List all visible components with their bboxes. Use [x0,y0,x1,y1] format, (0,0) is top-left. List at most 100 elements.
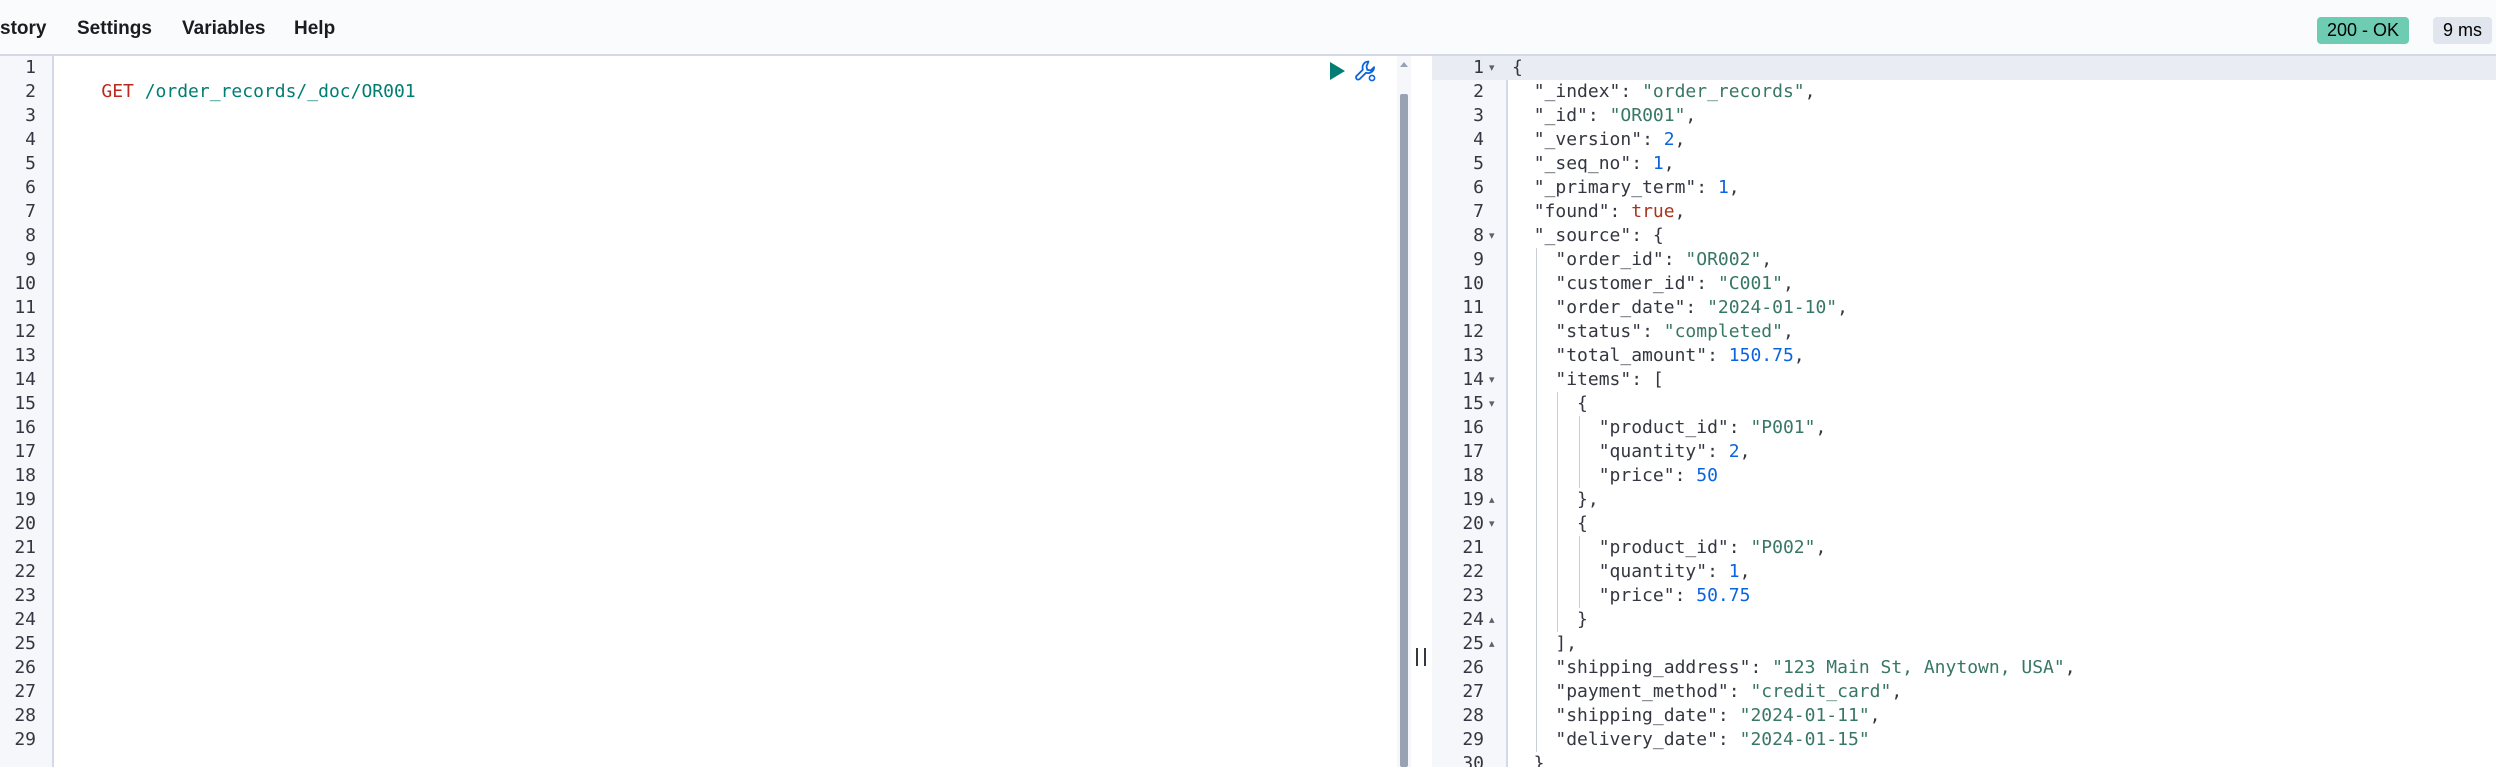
request-line-number: 29 [14,729,36,750]
response-line: "order_id": "OR002", [1555,249,1773,270]
response-line: "items": [ [1555,369,1664,390]
response-line-number: 21 [1462,537,1484,558]
response-line: "_version": 2, [1533,129,1686,150]
menu-help[interactable]: Help [294,18,335,40]
request-line-number: 20 [14,513,36,534]
request-line-number: 26 [14,657,36,678]
fold-open-icon[interactable]: ▾ [1489,512,1495,536]
active-line-highlight [1432,56,2496,80]
menu-settings[interactable]: Settings [77,18,152,40]
console-menu-bar: story Settings Variables Help 200 - OK 9… [0,0,2496,56]
response-line: "_seq_no": 1, [1533,153,1675,174]
response-line: "payment_method": "credit_card", [1555,681,1903,702]
response-line: { [1512,513,1588,534]
response-line-number: 26 [1462,657,1484,678]
response-line: ], [1512,633,1578,654]
request-line-number: 24 [14,609,36,630]
response-line-number: 19 [1462,489,1484,510]
response-line-number: 18 [1462,465,1484,486]
menu-variables[interactable]: Variables [182,18,265,40]
response-line-number: 13 [1462,345,1484,366]
response-line-number: 4 [1473,129,1484,150]
response-line-number: 15 [1462,393,1484,414]
response-line-number: 7 [1473,201,1484,222]
response-line: "quantity": 1, [1598,561,1751,582]
fold-open-icon[interactable]: ▾ [1489,368,1495,392]
resizer-grip-icon[interactable] [1416,648,1426,666]
response-line-number: 8 [1473,225,1484,246]
fold-close-icon[interactable]: ▴ [1489,488,1495,512]
response-line: "_source": { [1533,225,1664,246]
response-line-number: 10 [1462,273,1484,294]
response-line: } [1512,609,1588,630]
response-viewer[interactable]: 1 2 3 4 5 6 7 8 9 10 11 12 13 14 15 16 17 18 19 20 21 22 23 24 2… [1432,56,2496,767]
response-line-number: 12 [1462,321,1484,342]
response-line-number: 20 [1462,513,1484,534]
response-line-number: 23 [1462,585,1484,606]
play-icon[interactable] [1328,61,1346,81]
response-line-number: 5 [1473,153,1484,174]
response-line: "price": 50.75 [1598,585,1751,606]
response-line-number: 14 [1462,369,1484,390]
request-line-number: 3 [25,105,36,126]
response-line: { [1512,57,1523,78]
response-line-number: 28 [1462,705,1484,726]
request-editor[interactable]: 1 2 3 4 5 6 7 8 9 10 11 12 13 14 15 16 17 18 19 20 21 22 23 24 2… [0,56,1420,767]
response-line-number: 29 [1462,729,1484,750]
response-line-number: 11 [1462,297,1484,318]
request-line-number: 2 [25,81,36,102]
request-line-number: 13 [14,345,36,366]
fold-open-icon[interactable]: ▾ [1489,392,1495,416]
request-line-number: 28 [14,705,36,726]
response-line-number: 3 [1473,105,1484,126]
request-line-number: 18 [14,465,36,486]
response-line: "_id": "OR001", [1533,105,1697,126]
request-line[interactable]: GET /order_records/_doc/OR001 [58,56,416,128]
response-line-number: 22 [1462,561,1484,582]
fold-close-icon[interactable]: ▴ [1489,608,1495,632]
response-line: "customer_id": "C001", [1555,273,1794,294]
response-line: "shipping_address": "123 Main St, Anytow… [1555,657,2076,678]
response-line: "_primary_term": 1, [1533,177,1740,198]
response-line: "order_date": "2024-01-10", [1555,297,1848,318]
response-line-number: 25 [1462,633,1484,654]
response-line: "delivery_date": "2024-01-15" [1555,729,1870,750]
request-scroll-thumb[interactable] [1400,94,1408,767]
request-line-number: 4 [25,129,36,150]
response-line-number: 1 [1473,57,1484,78]
response-line-number: 6 [1473,177,1484,198]
wrench-icon[interactable] [1354,59,1378,83]
fold-close-icon[interactable]: ▴ [1489,632,1495,656]
request-line-number: 16 [14,417,36,438]
scroll-up-arrow-icon[interactable] [1397,58,1411,72]
request-line-number: 27 [14,681,36,702]
response-line: "_index": "order_records", [1533,81,1816,102]
request-line-number: 17 [14,441,36,462]
request-line-number: 15 [14,393,36,414]
request-time-badge: 9 ms [2433,17,2493,44]
response-line: "shipping_date": "2024-01-11", [1555,705,1881,726]
request-line-number: 11 [14,297,36,318]
response-line: "quantity": 2, [1598,441,1751,462]
fold-open-icon[interactable]: ▾ [1489,224,1495,248]
menu-history[interactable]: story [0,18,46,40]
response-line: "price": 50 [1598,465,1718,486]
request-line-number: 25 [14,633,36,654]
response-line: "total_amount": 150.75, [1555,345,1805,366]
response-line: "status": "completed", [1555,321,1794,342]
request-line-number: 9 [25,249,36,270]
request-line-number: 22 [14,561,36,582]
request-url: /order_records/_doc/OR001 [133,81,416,102]
request-line-number: 1 [25,57,36,78]
response-line-number: 30 [1462,753,1484,767]
request-line-number: 19 [14,489,36,510]
response-line-number: 2 [1473,81,1484,102]
request-line-number: 6 [25,177,36,198]
request-line-number: 5 [25,153,36,174]
request-line-number: 23 [14,585,36,606]
response-line-number: 17 [1462,441,1484,462]
response-line: "found": true, [1533,201,1686,222]
fold-open-icon[interactable]: ▾ [1489,56,1495,80]
request-line-number: 21 [14,537,36,558]
response-line: }, [1512,489,1599,510]
